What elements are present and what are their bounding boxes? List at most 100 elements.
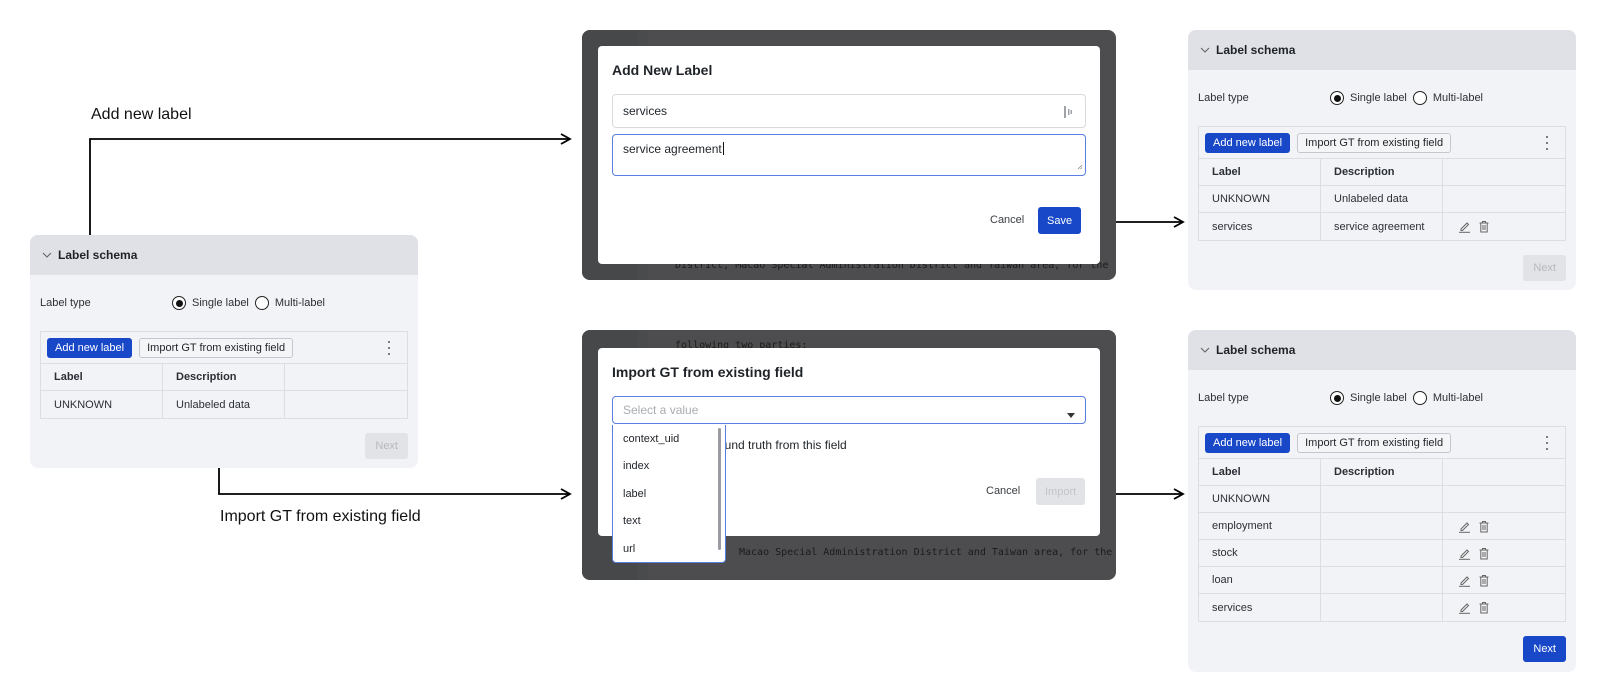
next-button[interactable]: Next (1523, 255, 1566, 281)
column-header-actions (285, 364, 407, 390)
next-button[interactable]: Next (365, 433, 408, 459)
cell-actions (1443, 594, 1565, 621)
more-options-icon[interactable] (387, 341, 391, 355)
import-gt-button[interactable]: Import GT from existing field (1297, 432, 1452, 453)
label-description-textarea[interactable]: service agreement (612, 134, 1086, 176)
label-schema-panel-initial: Label schema Label type Single label Mul… (30, 235, 418, 468)
table-row: services service agreement (1199, 213, 1565, 240)
radio-multi-label[interactable]: Multi-label (254, 296, 327, 310)
column-header-label: Label (41, 364, 163, 390)
cell-label: stock (1199, 540, 1321, 566)
background-document-text: Macao Special Administration District an… (739, 547, 1113, 558)
cell-label: services (1199, 213, 1321, 240)
radio-multi-label[interactable]: Multi-label (1412, 391, 1485, 405)
column-header-description: Description (163, 364, 285, 390)
cell-description (1321, 513, 1443, 539)
text-cursor-icon (1063, 105, 1073, 122)
import-gt-button[interactable]: Import GT from existing field (1297, 132, 1452, 153)
table-row: UNKNOWN (1199, 486, 1565, 513)
cell-description (1321, 594, 1443, 621)
cell-label: UNKNOWN (1199, 186, 1321, 212)
add-label-modal: Add New Label services service agreement… (598, 46, 1100, 264)
resize-handle-icon[interactable] (1077, 159, 1083, 173)
label-schema-panel-after-add: Label schema Label type Single label Mul… (1188, 30, 1576, 290)
text-caret (722, 142, 724, 155)
cell-label: services (1199, 594, 1321, 621)
edit-icon[interactable] (1457, 519, 1471, 533)
option-item[interactable]: url (613, 535, 725, 563)
table-row: employment (1199, 513, 1565, 540)
add-new-label-button[interactable]: Add new label (1205, 432, 1291, 453)
cell-description (1321, 540, 1443, 566)
add-new-label-button[interactable]: Add new label (47, 337, 133, 358)
cell-label: loan (1199, 567, 1321, 593)
delete-icon[interactable] (1477, 519, 1491, 533)
table-header: Label Description (41, 364, 407, 391)
column-header-label: Label (1199, 459, 1321, 485)
label-type-label: Label type (40, 297, 91, 309)
delete-icon[interactable] (1477, 601, 1491, 615)
cell-actions (1443, 567, 1565, 593)
radio-checked-icon (1330, 391, 1344, 405)
label-table: Add new label Import GT from existing fi… (40, 331, 408, 419)
import-button[interactable]: Import (1036, 478, 1086, 505)
radio-single-label[interactable]: Single label (172, 296, 251, 310)
select-placeholder: Select a value (623, 403, 699, 417)
cancel-button[interactable]: Cancel (986, 485, 1020, 497)
table-row: services (1199, 594, 1565, 621)
column-header-actions (1443, 159, 1565, 185)
column-header-description: Description (1321, 159, 1443, 185)
cell-actions (1443, 486, 1565, 512)
import-gt-modal-overlay: following two parties: Macao Special Adm… (582, 330, 1116, 580)
panel-header[interactable]: Label schema (1188, 330, 1576, 370)
cell-actions (1443, 540, 1565, 566)
label-table: Add new label Import GT from existing fi… (1198, 126, 1566, 241)
edit-icon[interactable] (1457, 601, 1471, 615)
scrollbar[interactable] (718, 428, 721, 550)
cell-actions (285, 391, 407, 418)
option-item[interactable]: context_uid (613, 425, 725, 453)
next-button[interactable]: Next (1523, 636, 1566, 662)
label-type-label: Label type (1198, 92, 1249, 104)
more-options-icon[interactable] (1545, 436, 1549, 450)
cell-description (1321, 486, 1443, 512)
option-item[interactable]: index (613, 453, 725, 481)
save-button[interactable]: Save (1038, 207, 1082, 234)
use-ground-truth-checkbox-label[interactable]: ound truth from this field (718, 438, 847, 452)
radio-single-label[interactable]: Single label (1330, 391, 1409, 405)
field-options-list: context_uid index label text url (612, 425, 726, 563)
radio-single-label[interactable]: Single label (1330, 91, 1409, 105)
cell-label: employment (1199, 513, 1321, 539)
option-item[interactable]: text (613, 508, 725, 536)
edit-icon[interactable] (1457, 573, 1471, 587)
radio-unchecked-icon (1412, 391, 1427, 405)
field-select-dropdown[interactable]: Select a value (612, 396, 1086, 424)
panel-header[interactable]: Label schema (1188, 30, 1576, 70)
edit-icon[interactable] (1457, 220, 1471, 234)
radio-checked-icon (1330, 91, 1344, 105)
column-header-description: Description (1321, 459, 1443, 485)
panel-title: Label schema (58, 248, 138, 262)
option-item[interactable]: label (613, 480, 725, 508)
import-gt-button[interactable]: Import GT from existing field (139, 337, 294, 358)
cancel-button[interactable]: Cancel (990, 214, 1024, 226)
cell-description: Unlabeled data (1321, 186, 1443, 212)
radio-multi-label[interactable]: Multi-label (1412, 91, 1485, 105)
table-row: UNKNOWN Unlabeled data (1199, 186, 1565, 213)
radio-unchecked-icon (254, 296, 269, 310)
more-options-icon[interactable] (1545, 136, 1549, 150)
panel-header[interactable]: Label schema (30, 235, 418, 275)
cell-actions (1443, 186, 1565, 212)
delete-icon[interactable] (1477, 573, 1491, 587)
panel-title: Label schema (1216, 343, 1296, 357)
edit-icon[interactable] (1457, 546, 1471, 560)
chevron-down-icon (1200, 45, 1210, 55)
annotation-import-gt: Import GT from existing field (220, 508, 421, 525)
annotation-add-new-label: Add new label (91, 106, 192, 123)
label-name-input[interactable]: services (612, 94, 1086, 128)
cell-label: UNKNOWN (1199, 486, 1321, 512)
delete-icon[interactable] (1477, 546, 1491, 560)
add-new-label-button[interactable]: Add new label (1205, 132, 1291, 153)
delete-icon[interactable] (1477, 220, 1491, 234)
chevron-down-icon (1200, 345, 1210, 355)
